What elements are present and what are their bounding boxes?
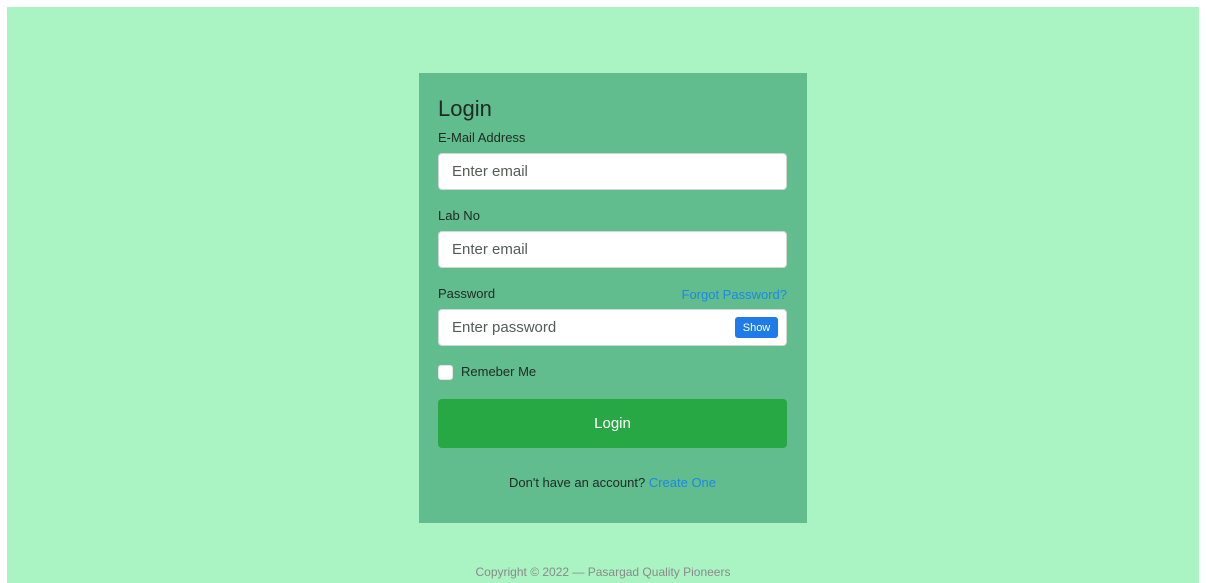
remember-me-row: Remeber Me [438,363,788,381]
page-background: Login E-Mail Address Lab No Password For… [7,7,1199,583]
create-account-link[interactable]: Create One [649,475,716,490]
copyright-footer: Copyright © 2022 — Pasargad Quality Pion… [475,565,731,579]
forgot-password-link[interactable]: Forgot Password? [682,287,788,302]
email-input[interactable] [438,153,787,190]
signup-text: Don't have an account? [508,475,646,490]
password-field-wrapper: Show [438,309,787,346]
password-header: Password Forgot Password? [438,285,787,303]
login-button[interactable]: Login [438,399,787,448]
login-card: Login E-Mail Address Lab No Password For… [419,73,807,523]
remember-me-label: Remeber Me [461,364,537,379]
email-label: E-Mail Address [438,130,526,145]
show-password-button[interactable]: Show [735,317,778,338]
signup-prompt: Don't have an account? Create One [438,475,787,490]
remember-me-checkbox[interactable] [438,364,453,380]
lab-no-input[interactable] [438,231,787,268]
login-title: Login [438,96,492,121]
lab-no-label: Lab No [438,208,480,223]
password-label: Password [438,286,496,301]
